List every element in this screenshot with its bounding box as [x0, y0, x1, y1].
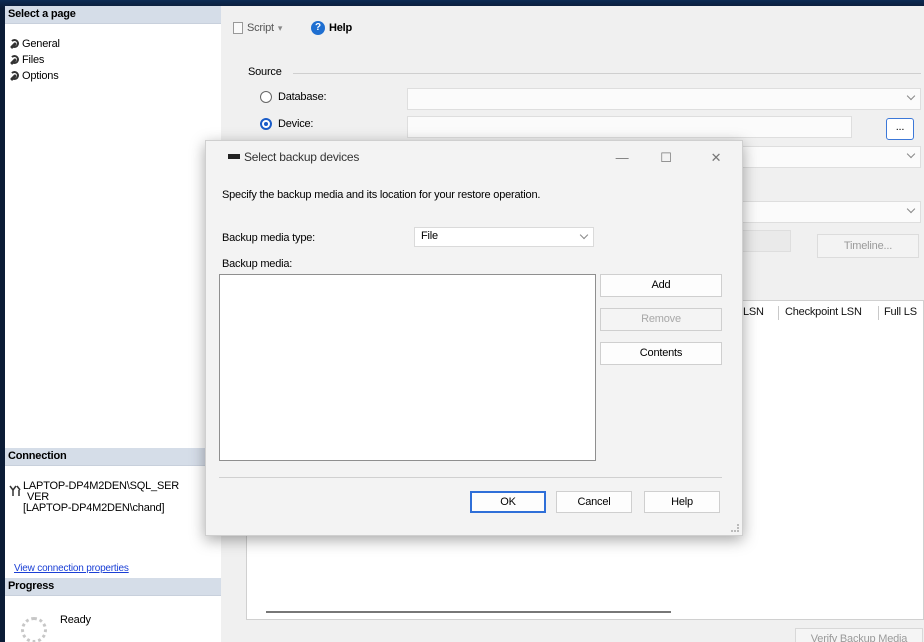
column-separator — [778, 306, 779, 320]
ok-button[interactable]: OK — [470, 491, 546, 513]
radio-icon — [260, 91, 272, 103]
connection-info: LAPTOP-DP4M2DEN\SQL_SER VER [LAPTOP-DP4M… — [23, 481, 219, 514]
script-button[interactable]: Script ▾ — [233, 22, 282, 34]
script-label: Script — [247, 22, 274, 34]
help-label: Help — [329, 22, 353, 34]
restore-to-select[interactable] — [741, 201, 921, 223]
database-select[interactable] — [407, 88, 921, 110]
page-item-options[interactable]: Options — [9, 69, 59, 82]
select-backup-devices-dialog: Select backup devices — ☐ ✕ Specify the … — [205, 140, 743, 536]
divider — [219, 477, 722, 478]
wrench-icon — [9, 70, 19, 81]
page-item-label: Options — [22, 69, 59, 82]
divider — [293, 73, 921, 74]
help-icon: ? — [311, 21, 325, 35]
page-item-label: General — [22, 37, 60, 50]
verify-backup-media-button[interactable]: Verify Backup Media — [795, 628, 923, 642]
database-radio[interactable]: Database: — [260, 91, 327, 103]
resize-grip-icon[interactable] — [731, 524, 739, 532]
device-icon — [228, 154, 240, 159]
database-target-select[interactable] — [741, 146, 921, 168]
page-item-general[interactable]: General — [9, 37, 60, 50]
view-connection-properties-link[interactable]: View connection properties — [14, 563, 129, 574]
progress-header: Progress — [5, 578, 221, 596]
help-button[interactable]: ? Help — [311, 21, 352, 35]
column-separator — [878, 306, 879, 320]
media-type-label: Backup media type: — [222, 232, 316, 244]
timeline-button[interactable]: Timeline... — [817, 234, 919, 258]
close-button[interactable]: ✕ — [702, 147, 730, 169]
column-header-full-lsn[interactable]: Full LS — [884, 306, 917, 318]
chevron-down-icon — [906, 91, 916, 101]
horizontal-scrollbar[interactable] — [266, 611, 671, 613]
device-label: Device: — [278, 118, 314, 130]
column-header-lsn[interactable]: LSN — [743, 306, 764, 318]
add-button[interactable]: Add — [600, 274, 722, 297]
wrench-icon — [9, 54, 19, 65]
remove-button[interactable]: Remove — [600, 308, 722, 331]
restore-to-field[interactable] — [741, 230, 791, 252]
device-radio[interactable]: Device: — [260, 118, 313, 130]
cancel-button[interactable]: Cancel — [556, 491, 632, 513]
page-item-files[interactable]: Files — [9, 53, 44, 66]
chevron-down-icon — [906, 149, 916, 159]
connection-user: [LAPTOP-DP4M2DEN\chand] — [23, 502, 165, 514]
progress-spinner-icon — [21, 617, 47, 642]
database-label: Database: — [278, 91, 327, 103]
radio-selected-icon — [260, 118, 272, 130]
maximize-button[interactable]: ☐ — [652, 147, 680, 169]
media-type-select[interactable]: File — [414, 227, 594, 247]
left-panel: Select a page General Files Options Conn… — [5, 6, 221, 642]
column-header-checkpoint-lsn[interactable]: Checkpoint LSN — [785, 306, 862, 318]
dialog-title: Select backup devices — [244, 150, 360, 164]
server-connection-icon — [9, 485, 21, 496]
help-button[interactable]: Help — [644, 491, 720, 513]
chevron-down-icon — [906, 204, 916, 214]
source-section-label: Source — [248, 66, 282, 78]
backup-media-label: Backup media: — [222, 258, 293, 270]
browse-device-button[interactable]: ... — [886, 118, 914, 140]
media-type-value: File — [421, 230, 438, 242]
progress-status: Ready — [60, 614, 91, 626]
select-page-header: Select a page — [5, 6, 221, 24]
device-path-field[interactable] — [407, 116, 852, 138]
script-icon — [233, 22, 243, 34]
page-item-label: Files — [22, 53, 45, 66]
dialog-titlebar[interactable]: Select backup devices — ☐ ✕ — [206, 141, 742, 175]
chevron-down-icon: ▾ — [277, 22, 283, 33]
connection-server: LAPTOP-DP4M2DEN\SQL_SER — [23, 480, 179, 492]
dialog-instruction: Specify the backup media and its locatio… — [222, 189, 541, 201]
chevron-down-icon — [579, 230, 589, 240]
wrench-icon — [9, 38, 19, 49]
contents-button[interactable]: Contents — [600, 342, 722, 365]
connection-header: Connection — [5, 448, 221, 466]
backup-media-list[interactable] — [219, 274, 596, 461]
minimize-button[interactable]: — — [608, 147, 636, 169]
